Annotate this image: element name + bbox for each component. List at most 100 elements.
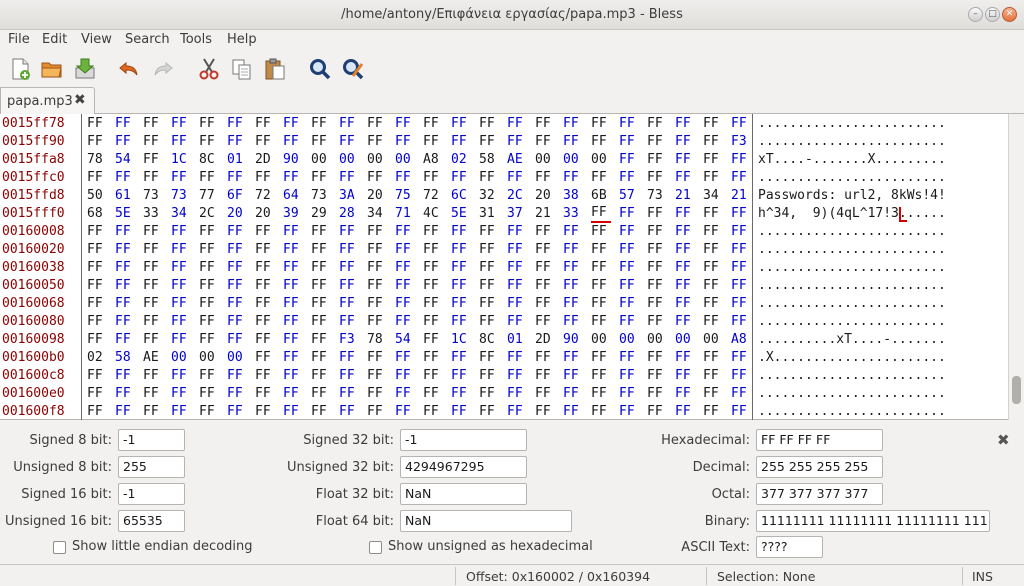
hex-byte[interactable]: 00 xyxy=(591,331,611,349)
hex-byte[interactable]: FF xyxy=(423,223,443,241)
hex-byte[interactable]: FF xyxy=(227,385,247,403)
hex-byte[interactable]: 8C xyxy=(479,331,499,349)
hex-byte[interactable]: FF xyxy=(339,313,359,331)
hex-byte[interactable]: 57 xyxy=(619,187,639,205)
hex-byte[interactable]: FF xyxy=(647,295,667,313)
hex-byte[interactable]: FF xyxy=(115,169,135,187)
hex-byte[interactable]: FF xyxy=(199,367,219,385)
hex-byte[interactable]: FF xyxy=(255,133,275,151)
hex-byte[interactable]: FF xyxy=(395,313,415,331)
hex-byte[interactable]: FF xyxy=(479,241,499,259)
hex-byte[interactable]: FF xyxy=(395,169,415,187)
hex-byte[interactable]: FF xyxy=(255,385,275,403)
save-file-icon[interactable] xyxy=(72,56,98,82)
find-icon[interactable] xyxy=(307,56,333,82)
hex-byte[interactable]: 5E xyxy=(451,205,471,223)
hex-byte[interactable]: FF xyxy=(227,223,247,241)
hex-byte[interactable]: F3 xyxy=(731,133,751,151)
hex-byte[interactable]: FF xyxy=(535,115,555,133)
menu-view[interactable]: View xyxy=(81,32,112,47)
hex-byte[interactable]: FF xyxy=(171,115,191,133)
hex-byte[interactable]: 6B xyxy=(591,187,611,205)
hex-byte[interactable]: FF xyxy=(647,133,667,151)
hex-byte[interactable]: FF xyxy=(311,277,331,295)
hex-byte[interactable]: FF xyxy=(479,367,499,385)
unsigned-hex-label[interactable]: Show unsigned as hexadecimal xyxy=(388,539,593,554)
close-tab-icon[interactable]: ✖ xyxy=(74,92,86,108)
hex-byte[interactable]: FF xyxy=(339,277,359,295)
hex-byte[interactable]: FF xyxy=(619,241,639,259)
hex-byte[interactable]: FF xyxy=(171,241,191,259)
hex-byte[interactable]: FF xyxy=(283,367,303,385)
hex-byte[interactable]: 77 xyxy=(199,187,219,205)
hex-byte[interactable]: FF xyxy=(675,151,695,169)
hex-byte[interactable]: FF xyxy=(255,313,275,331)
hex-byte[interactable]: 64 xyxy=(283,187,303,205)
hex-byte[interactable]: 20 xyxy=(367,187,387,205)
hex-byte[interactable]: 6F xyxy=(227,187,247,205)
hex-byte[interactable]: FF xyxy=(199,295,219,313)
hex-byte[interactable]: 72 xyxy=(423,187,443,205)
hex-byte[interactable]: 54 xyxy=(395,331,415,349)
hex-byte[interactable]: FF xyxy=(199,277,219,295)
hex-row[interactable]: FF FF FF FF FF FF FF FF FF FF FF FF FF FF FF FF FF FF FF FF… xyxy=(83,385,753,403)
hex-byte[interactable]: 75 xyxy=(395,187,415,205)
vertical-scrollbar[interactable] xyxy=(1008,114,1024,420)
hex-byte[interactable]: FF xyxy=(479,403,499,421)
hex-byte[interactable]: 4C xyxy=(423,205,443,223)
hex-byte[interactable]: 73 xyxy=(143,187,163,205)
hex-byte[interactable]: FF xyxy=(675,367,695,385)
hex-byte[interactable]: FF xyxy=(703,259,723,277)
hex-byte[interactable]: FF xyxy=(451,367,471,385)
hex-byte[interactable]: FF xyxy=(563,277,583,295)
hex-byte[interactable]: FF xyxy=(703,349,723,367)
hex-byte[interactable]: FF xyxy=(255,241,275,259)
hex-byte[interactable]: 00 xyxy=(563,151,583,169)
hex-byte[interactable]: FF xyxy=(563,259,583,277)
hex-byte[interactable]: 20 xyxy=(227,205,247,223)
ascii-column[interactable]: ........................................… xyxy=(755,114,1007,420)
hex-byte[interactable]: 54 xyxy=(115,151,135,169)
hex-byte[interactable]: 37 xyxy=(507,205,527,223)
hex-byte[interactable]: FF xyxy=(479,349,499,367)
hex-byte[interactable]: FF xyxy=(647,349,667,367)
hex-byte[interactable]: FF xyxy=(675,313,695,331)
hex-byte[interactable]: FF xyxy=(591,295,611,313)
hex-byte[interactable]: 02 xyxy=(87,349,107,367)
hex-byte[interactable]: FF xyxy=(619,115,639,133)
hex-byte[interactable]: FF xyxy=(367,169,387,187)
hex-byte[interactable]: FF xyxy=(731,241,751,259)
hex-byte[interactable]: 21 xyxy=(535,205,555,223)
hex-byte[interactable]: FF xyxy=(115,385,135,403)
hex-byte[interactable]: FF xyxy=(367,367,387,385)
little-endian-checkbox[interactable] xyxy=(53,541,66,554)
hex-byte[interactable]: FF xyxy=(703,241,723,259)
hex-byte[interactable]: 71 xyxy=(395,205,415,223)
hex-byte[interactable]: FF xyxy=(143,169,163,187)
paste-icon[interactable] xyxy=(262,56,288,82)
hex-byte[interactable]: FF xyxy=(591,259,611,277)
hex-byte[interactable]: FF xyxy=(367,349,387,367)
hex-byte[interactable]: FF xyxy=(731,295,751,313)
hex-byte[interactable]: FF xyxy=(171,169,191,187)
hex-byte[interactable]: FF xyxy=(283,133,303,151)
signed-16-field[interactable]: -1 xyxy=(118,483,185,505)
unsigned-16-field[interactable]: 65535 xyxy=(118,510,185,532)
ascii-row[interactable]: ........................ xyxy=(758,223,946,241)
hex-byte[interactable]: FF xyxy=(339,385,359,403)
hex-byte[interactable]: 6C xyxy=(451,187,471,205)
hex-byte[interactable]: FF xyxy=(647,403,667,421)
hex-byte[interactable]: FF xyxy=(507,115,527,133)
hex-byte[interactable]: FF xyxy=(227,367,247,385)
hex-byte[interactable]: FF xyxy=(115,295,135,313)
hex-byte[interactable]: 2C xyxy=(199,205,219,223)
hex-byte[interactable]: FF xyxy=(199,133,219,151)
hex-byte[interactable]: 3A xyxy=(339,187,359,205)
hex-byte[interactable]: FF xyxy=(479,277,499,295)
hex-byte[interactable]: FF xyxy=(731,403,751,421)
hex-byte[interactable]: F3 xyxy=(339,331,359,349)
hex-byte[interactable]: FF xyxy=(507,169,527,187)
hex-byte[interactable]: FF xyxy=(311,241,331,259)
ascii-row[interactable]: ........................ xyxy=(758,295,946,313)
hex-byte[interactable]: 33 xyxy=(143,205,163,223)
